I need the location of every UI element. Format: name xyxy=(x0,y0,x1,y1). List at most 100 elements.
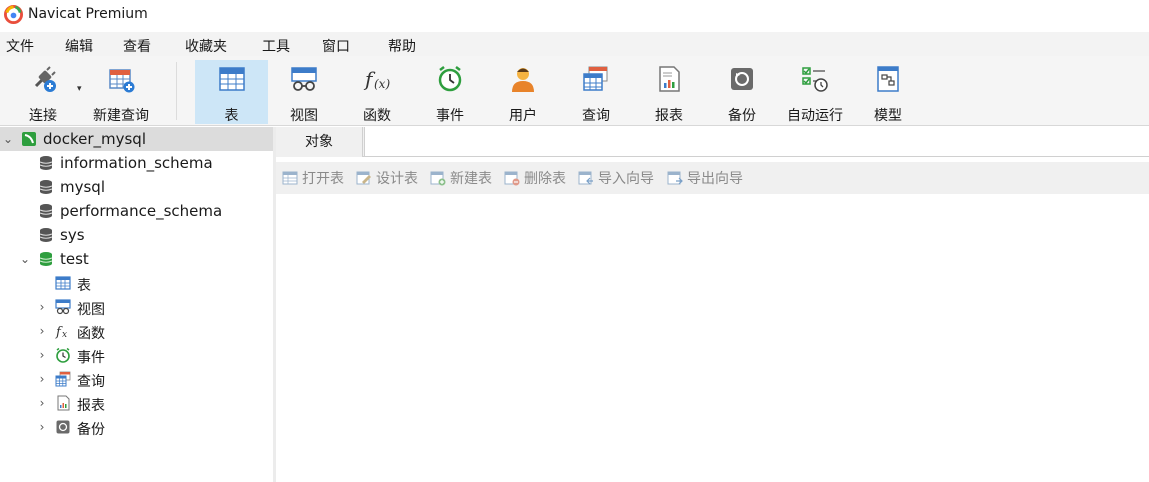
query-label: 查询 xyxy=(582,108,610,124)
new-query-button[interactable]: 新建查询 xyxy=(88,60,154,124)
backup-icon xyxy=(731,68,753,90)
tree-db-test[interactable]: ⌄ test xyxy=(0,247,273,271)
tree-node-label: 函数 xyxy=(77,326,105,342)
function-label: 函数 xyxy=(363,108,391,124)
delete-table-icon xyxy=(504,171,520,186)
view-icon xyxy=(291,67,317,91)
design-table-button[interactable]: 设计表 xyxy=(356,169,418,187)
tree-node-events[interactable]: › 事件 xyxy=(0,343,273,367)
automation-label: 自动运行 xyxy=(787,108,843,124)
tree-db-information-schema[interactable]: information_schema xyxy=(0,151,273,175)
view-icon xyxy=(55,299,71,315)
event-label: 事件 xyxy=(436,108,464,124)
design-table-icon xyxy=(356,171,371,185)
chevron-right-icon[interactable]: › xyxy=(35,348,49,362)
menu-tools[interactable]: 工具 xyxy=(262,36,290,56)
object-list-area[interactable] xyxy=(276,194,1149,482)
plug-icon xyxy=(34,66,56,92)
design-table-label: 设计表 xyxy=(376,171,418,187)
tree-db-performance-schema[interactable]: performance_schema xyxy=(0,199,273,223)
tree-node-queries[interactable]: › 查询 xyxy=(0,367,273,391)
backup-icon xyxy=(56,420,70,434)
backup-button[interactable]: 备份 xyxy=(708,60,776,124)
chevron-right-icon[interactable]: › xyxy=(35,420,49,434)
tab-objects[interactable]: 对象 xyxy=(276,127,363,157)
tab-bar: 对象 xyxy=(276,127,1149,157)
alarm-clock-icon xyxy=(56,347,70,363)
tree-node-reports[interactable]: › 报表 xyxy=(0,391,273,415)
toolbar-separator xyxy=(176,62,177,120)
tree-connection-docker-mysql[interactable]: ⌄ docker_mysql xyxy=(0,127,273,151)
tree-node-label: 表 xyxy=(77,278,91,294)
table-icon xyxy=(218,67,245,91)
svg-text:x: x xyxy=(62,330,67,339)
tree-db-label: mysql xyxy=(60,178,105,196)
object-toolbar: 打开表 设计表 新建表 删除表 导入向导 导出向导 xyxy=(276,162,1149,194)
function-icon: f (x) xyxy=(363,67,390,91)
function-icon: f x xyxy=(55,325,67,339)
report-button[interactable]: 报表 xyxy=(635,60,703,124)
open-table-icon xyxy=(282,171,298,185)
menu-favorites[interactable]: 收藏夹 xyxy=(185,36,227,56)
database-icon xyxy=(39,180,53,194)
menu-bar: 文件 编辑 查看 收藏夹 工具 窗口 帮助 xyxy=(0,32,1149,56)
export-wizard-button[interactable]: 导出向导 xyxy=(667,169,743,187)
tree-node-functions[interactable]: › f x 函数 xyxy=(0,319,273,343)
chevron-right-icon[interactable]: › xyxy=(35,300,49,314)
chevron-down-icon[interactable]: ⌄ xyxy=(18,252,32,266)
backup-label: 备份 xyxy=(728,108,756,124)
connect-label: 连接 xyxy=(29,108,57,124)
tab-bar-empty-area xyxy=(364,127,1149,156)
tree-node-tables[interactable]: 表 xyxy=(0,271,273,295)
chevron-right-icon[interactable]: › xyxy=(35,372,49,386)
report-label: 报表 xyxy=(655,108,683,124)
query-button[interactable]: 查询 xyxy=(562,60,630,124)
title-bar: Navicat Premium xyxy=(0,0,1149,30)
menu-help[interactable]: 帮助 xyxy=(388,36,416,56)
tree-db-mysql[interactable]: mysql xyxy=(0,175,273,199)
new-table-label: 新建表 xyxy=(450,171,492,187)
tree-node-label: 备份 xyxy=(77,422,105,438)
menu-file[interactable]: 文件 xyxy=(6,36,34,56)
connect-dropdown-icon[interactable]: ▾ xyxy=(77,84,82,94)
chevron-right-icon[interactable]: › xyxy=(35,324,49,338)
database-icon xyxy=(39,204,53,218)
automation-button[interactable]: 自动运行 xyxy=(781,60,849,124)
connect-button[interactable]: 连接 xyxy=(14,60,72,124)
user-label: 用户 xyxy=(509,108,537,124)
export-icon xyxy=(667,171,683,185)
model-icon xyxy=(877,66,899,92)
import-icon xyxy=(578,171,593,185)
model-button[interactable]: 模型 xyxy=(854,60,922,124)
tree-node-label: 视图 xyxy=(77,302,105,318)
chevron-right-icon[interactable]: › xyxy=(35,396,49,410)
new-query-icon xyxy=(109,69,135,93)
tree-node-label: 事件 xyxy=(77,350,105,366)
new-query-label: 新建查询 xyxy=(93,108,149,124)
menu-window[interactable]: 窗口 xyxy=(322,36,350,56)
event-button[interactable]: 事件 xyxy=(416,60,484,124)
table-icon xyxy=(55,276,71,290)
menu-view[interactable]: 查看 xyxy=(123,36,151,56)
app-title: Navicat Premium xyxy=(28,6,148,22)
tree-node-views[interactable]: › 视图 xyxy=(0,295,273,319)
tree-db-label: performance_schema xyxy=(60,202,223,220)
user-icon xyxy=(512,68,534,92)
tree-node-backups[interactable]: › 备份 xyxy=(0,415,273,439)
tree-node-label: 报表 xyxy=(77,398,105,414)
import-wizard-button[interactable]: 导入向导 xyxy=(578,169,654,187)
user-button[interactable]: 用户 xyxy=(489,60,557,124)
chevron-down-icon[interactable]: ⌄ xyxy=(1,132,15,146)
database-icon xyxy=(39,228,53,242)
menu-edit[interactable]: 编辑 xyxy=(65,36,93,56)
open-table-button[interactable]: 打开表 xyxy=(282,169,344,187)
table-label: 表 xyxy=(224,108,239,124)
database-open-icon xyxy=(39,252,53,266)
table-button[interactable]: 表 xyxy=(195,60,268,124)
open-table-label: 打开表 xyxy=(302,171,344,187)
new-table-button[interactable]: 新建表 xyxy=(430,169,492,187)
tree-db-sys[interactable]: sys xyxy=(0,223,273,247)
delete-table-button[interactable]: 删除表 xyxy=(504,169,566,187)
view-button[interactable]: 视图 xyxy=(270,60,338,124)
function-button[interactable]: f (x) 函数 xyxy=(343,60,411,124)
